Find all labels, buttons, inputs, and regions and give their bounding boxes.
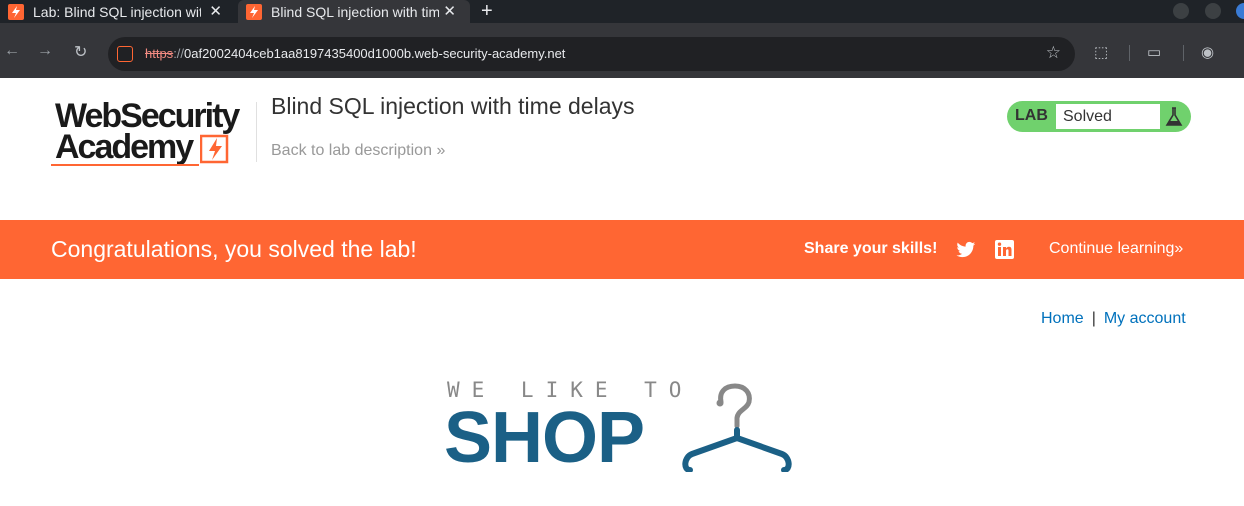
web-security-academy-logo[interactable]: WebSecurity Academy (51, 98, 254, 170)
shop-logo: WE LIKE TO SHOP (444, 378, 804, 478)
tab-title: Lab: Blind SQL injection with time delay… (33, 3, 201, 20)
tab-close-icon[interactable]: ✕ (209, 2, 222, 20)
profile-icon[interactable]: ◉ (1201, 43, 1214, 61)
forward-arrow-icon[interactable]: → (37, 42, 53, 60)
window-control-button[interactable] (1173, 3, 1189, 19)
back-to-lab-description-link[interactable]: Back to lab description » (271, 142, 445, 160)
media-search-icon[interactable]: ▭ (1147, 43, 1161, 61)
solved-banner: Congratulations, you solved the lab! Sha… (0, 220, 1244, 279)
header-divider (256, 102, 257, 162)
window-control-button[interactable] (1205, 3, 1221, 19)
linkedin-icon[interactable] (995, 240, 1014, 259)
toolbar-divider (1183, 45, 1184, 61)
url-text[interactable]: https://0af2002404ceb1aa8197435400d1000b… (145, 46, 565, 61)
twitter-icon[interactable] (956, 241, 976, 259)
extensions-icon[interactable]: ⬚ (1094, 43, 1108, 61)
star-icon[interactable]: ☆ (1046, 43, 1061, 63)
continue-learning-link[interactable]: Continue learning» (1049, 240, 1183, 258)
lab-label: LAB (1015, 107, 1048, 124)
lab-title: Blind SQL injection with time delays (271, 93, 635, 119)
portswigger-favicon-icon (8, 3, 24, 20)
new-tab-icon[interactable]: + (481, 0, 493, 22)
shop-wordmark: SHOP (444, 398, 645, 478)
nav-separator: | (1091, 310, 1096, 327)
browser-tab-strip: Lab: Blind SQL injection with time delay… (0, 0, 1244, 23)
address-bar[interactable]: https://0af2002404ceb1aa8197435400d1000b… (108, 37, 1075, 71)
logo-bolt-icon (200, 134, 229, 164)
lab-status: Solved (1055, 103, 1161, 130)
top-navigation: Home | My account (1041, 310, 1186, 328)
share-label: Share your skills! (804, 240, 938, 257)
browser-tab-lab[interactable]: Lab: Blind SQL injection with time delay… (0, 0, 236, 23)
reload-icon[interactable]: ↻ (74, 42, 87, 62)
solved-message: Congratulations, you solved the lab! (51, 236, 417, 262)
browser-tab-active[interactable]: Blind SQL injection with time delays ✕ (238, 0, 470, 23)
tab-title: Blind SQL injection with time delays (271, 3, 439, 20)
browser-toolbar: ← → ↻ https://0af2002404ceb1aa8197435400… (0, 23, 1244, 78)
home-link[interactable]: Home (1041, 310, 1084, 327)
double-chevron-icon: » (436, 142, 446, 159)
site-info-icon[interactable] (117, 46, 133, 62)
portswigger-favicon-icon (246, 3, 262, 20)
tab-close-icon[interactable]: ✕ (443, 2, 456, 20)
hanger-icon (682, 383, 792, 472)
logo-underline (51, 164, 199, 166)
toolbar-divider (1129, 45, 1130, 61)
logo-line-2: Academy (55, 128, 194, 166)
lab-status-badge: LAB Solved (1007, 101, 1191, 132)
back-arrow-icon[interactable]: ← (4, 42, 20, 60)
window-control-button[interactable] (1236, 3, 1244, 19)
double-chevron-icon: » (1174, 240, 1184, 257)
flask-icon (1165, 107, 1183, 126)
my-account-link[interactable]: My account (1104, 310, 1186, 327)
